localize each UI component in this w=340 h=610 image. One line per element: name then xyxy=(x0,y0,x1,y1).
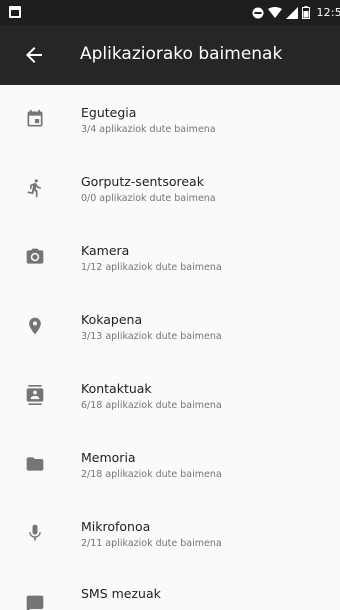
permission-label: Gorputz-sentsoreak xyxy=(81,174,204,189)
notification-icon xyxy=(9,6,21,18)
permission-summary: 3/4 aplikaziok dute baimena xyxy=(81,124,216,135)
permission-summary: 0/0 aplikaziok dute baimena xyxy=(81,193,216,204)
wifi-icon xyxy=(268,6,283,18)
permission-item-storage[interactable]: Memoria 2/18 aplikaziok dute baimena xyxy=(0,430,340,499)
microphone-icon xyxy=(29,524,41,541)
permission-list: Egutegia 3/4 aplikaziok dute baimena Gor… xyxy=(0,85,340,610)
body-sensors-icon xyxy=(27,179,41,198)
arrow-back-icon[interactable] xyxy=(22,43,46,67)
status-time: 12:5 xyxy=(316,6,340,19)
permission-label: Kokapena xyxy=(81,312,143,327)
camera-icon xyxy=(26,248,44,264)
permission-label: Kontaktuak xyxy=(81,381,152,396)
permission-summary: 2/18 aplikaziok dute baimena xyxy=(81,469,222,480)
permission-summary: 6/18 aplikaziok dute baimena xyxy=(81,400,222,411)
permission-item-calendar[interactable]: Egutegia 3/4 aplikaziok dute baimena xyxy=(0,85,340,154)
calendar-icon xyxy=(27,109,43,127)
page-title: Aplikaziorako baimenak xyxy=(80,44,283,64)
permission-item-body-sensors[interactable]: Gorputz-sentsoreak 0/0 aplikaziok dute b… xyxy=(0,154,340,223)
permission-summary: 1/12 aplikaziok dute baimena xyxy=(81,262,222,273)
status-bar: 12:5 xyxy=(0,0,340,25)
permission-summary: 2/11 aplikaziok dute baimena xyxy=(81,538,222,549)
do-not-disturb-icon xyxy=(252,7,264,18)
permission-item-location[interactable]: Kokapena 3/13 aplikaziok dute baimena xyxy=(0,292,340,361)
permission-label: Mikrofonoa xyxy=(81,519,151,534)
status-icons: 12:5 xyxy=(252,0,340,25)
permission-item-microphone[interactable]: Mikrofonoa 2/11 aplikaziok dute baimena xyxy=(0,499,340,568)
permission-label: Egutegia xyxy=(81,105,137,120)
battery-icon xyxy=(302,6,311,19)
permission-summary: 3/13 aplikaziok dute baimena xyxy=(81,331,222,342)
permission-label: SMS mezuak xyxy=(81,586,161,601)
app-bar: Aplikaziorako baimenak xyxy=(0,25,340,85)
contacts-icon xyxy=(26,385,44,405)
permission-label: Memoria xyxy=(81,450,136,465)
permission-item-camera[interactable]: Kamera 1/12 aplikaziok dute baimena xyxy=(0,223,340,292)
sms-icon xyxy=(26,595,44,610)
storage-folder-icon xyxy=(26,457,44,471)
location-icon xyxy=(29,317,41,335)
permission-label: Kamera xyxy=(81,243,130,258)
signal-icon xyxy=(286,6,299,19)
permission-item-sms[interactable]: SMS mezuak xyxy=(0,568,340,610)
permission-item-contacts[interactable]: Kontaktuak 6/18 aplikaziok dute baimena xyxy=(0,361,340,430)
